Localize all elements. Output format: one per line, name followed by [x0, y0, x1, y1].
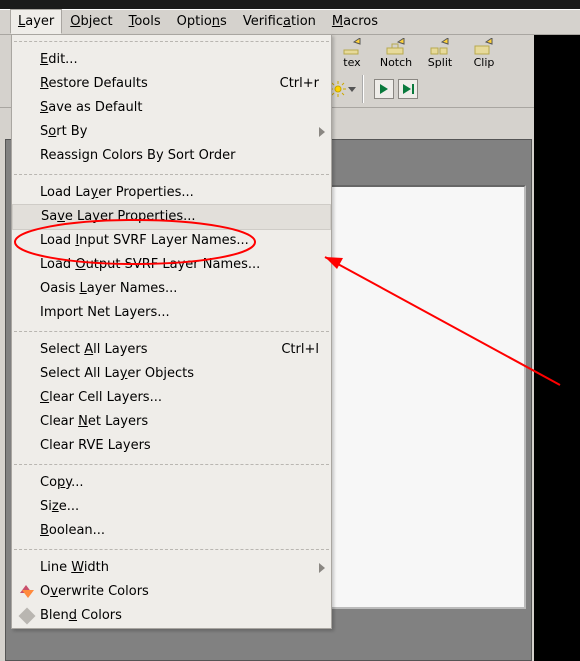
split-icon — [430, 38, 450, 56]
play-icon — [380, 84, 388, 94]
menu-blend-colors[interactable]: Blend Colors — [12, 604, 331, 628]
menu-verification[interactable]: Verification — [235, 10, 324, 34]
menu-overwrite-colors[interactable]: Overwrite Colors — [12, 580, 331, 604]
menu-object[interactable]: Object — [62, 10, 120, 34]
accel-select-all: Ctrl+l — [281, 341, 319, 359]
notch-icon — [386, 38, 406, 56]
toolbar-separator — [362, 75, 368, 103]
menu-save-as-default[interactable]: Save as Default — [12, 96, 331, 120]
clip-icon — [474, 38, 494, 56]
menu-clear-net-layers[interactable]: Clear Net Layers — [12, 410, 331, 434]
menubar: Layer Object Tools Options Verification … — [0, 9, 580, 35]
notch-label: Notch — [380, 56, 412, 69]
sun-icon[interactable] — [330, 81, 346, 97]
play-button[interactable] — [374, 79, 394, 99]
menu-clear-rve-layers[interactable]: Clear RVE Layers — [12, 434, 331, 458]
menu-edit[interactable]: Edit... — [12, 48, 331, 72]
menu-line-width[interactable]: Line Width — [12, 556, 331, 580]
menu-select-all-layer-objects[interactable]: Select All Layer Objects — [12, 362, 331, 386]
split-label: Split — [428, 56, 452, 69]
menu-macros[interactable]: Macros — [324, 10, 386, 34]
clip-tool[interactable]: Clip — [462, 38, 506, 69]
menu-select-all-layers[interactable]: Select All LayersCtrl+l — [12, 338, 331, 362]
right-black-edge — [534, 35, 580, 661]
menu-save-layer-props[interactable]: Save Layer Properties... — [12, 204, 331, 230]
overwrite-colors-icon — [20, 585, 34, 599]
window-titlebar — [0, 0, 580, 9]
sun-dropdown-chevron[interactable] — [348, 87, 356, 92]
chevron-right-icon — [319, 127, 325, 137]
notch-tool[interactable]: Notch — [374, 38, 418, 69]
menu-load-layer-props[interactable]: Load Layer Properties... — [12, 181, 331, 205]
vertex-icon — [342, 38, 362, 56]
clip-label: Clip — [474, 56, 495, 69]
menu-import-net-layers[interactable]: Import Net Layers... — [12, 301, 331, 325]
menu-boolean[interactable]: Boolean... — [12, 519, 331, 543]
play-end-button[interactable] — [398, 79, 418, 99]
menu-size[interactable]: Size... — [12, 495, 331, 519]
menu-restore-defaults[interactable]: Restore DefaultsCtrl+r — [12, 72, 331, 96]
split-tool[interactable]: Split — [418, 38, 462, 69]
accel-restore: Ctrl+r — [280, 75, 319, 93]
vertex-label: tex — [343, 56, 360, 69]
vertex-tool[interactable]: tex — [330, 38, 374, 69]
menu-sort-by[interactable]: Sort By — [12, 120, 331, 144]
menu-clear-cell-layers[interactable]: Clear Cell Layers... — [12, 386, 331, 410]
blend-colors-icon — [20, 609, 34, 623]
menu-load-output-svrf[interactable]: Load Output SVRF Layer Names... — [12, 253, 331, 277]
menu-layer[interactable]: Layer — [10, 9, 62, 34]
menu-copy[interactable]: Copy... — [12, 471, 331, 495]
menu-oasis-layer-names[interactable]: Oasis Layer Names... — [12, 277, 331, 301]
menu-options[interactable]: Options — [169, 10, 235, 34]
menu-load-input-svrf[interactable]: Load Input SVRF Layer Names... — [12, 229, 331, 253]
play-end-icon — [403, 84, 411, 94]
menu-reassign-colors[interactable]: Reassign Colors By Sort Order — [12, 144, 331, 168]
menu-tools[interactable]: Tools — [121, 10, 169, 34]
layer-dropdown: Edit... Restore DefaultsCtrl+r Save as D… — [11, 34, 332, 629]
chevron-right-icon — [319, 563, 325, 573]
